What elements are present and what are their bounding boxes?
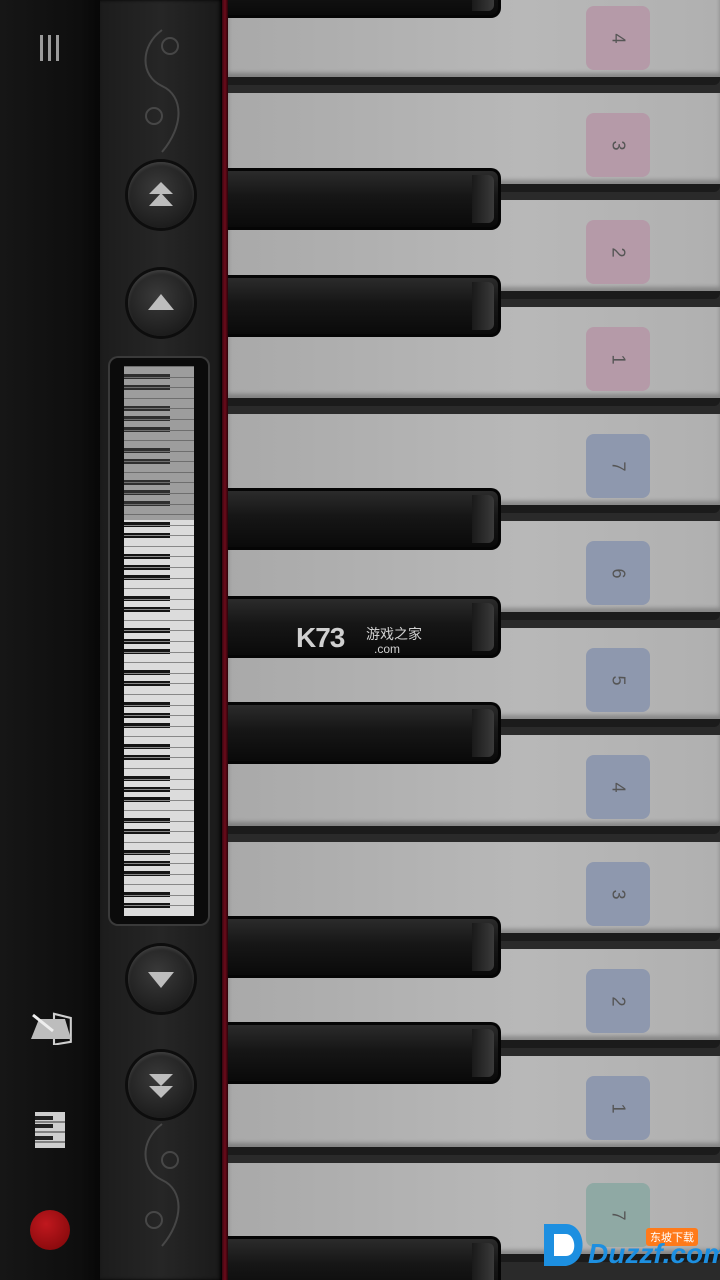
ornament-bottom-icon: [144, 1123, 180, 1247]
minimap-white-key: [124, 651, 194, 653]
note-label: 4: [586, 6, 650, 70]
minimap-white-key: [124, 693, 194, 695]
minimap-white-key: [124, 588, 194, 590]
black-key[interactable]: [228, 488, 501, 550]
minimap-white-key: [124, 704, 194, 706]
note-label: 5: [586, 648, 650, 712]
watermark-domain: .com: [374, 642, 401, 656]
minimap-white-key: [124, 789, 194, 791]
minimap-white-key: [124, 715, 194, 716]
minimap-white-key: [124, 873, 194, 875]
minimap-white-key: [124, 820, 194, 822]
note-label: 3: [586, 113, 650, 177]
minimap-white-key: [124, 598, 194, 600]
watermark-brand: K73: [296, 622, 345, 653]
metronome-icon[interactable]: [22, 1000, 78, 1056]
minimap-white-key: [124, 556, 194, 558]
record-button[interactable]: [30, 1210, 70, 1250]
minimap-white-key: [124, 799, 194, 801]
minimap-white-key: [124, 577, 194, 579]
chevron-up-icon: [148, 294, 174, 310]
double-chevron-down-icon: [149, 1074, 173, 1098]
note-label: 2: [586, 220, 650, 284]
minimap-white-key: [124, 641, 194, 642]
black-key[interactable]: [228, 702, 501, 764]
minimap-white-key: [124, 535, 194, 537]
uzzf-badge: 东坡下载 Duzzf.com: [536, 1214, 720, 1274]
left-toolbar: [0, 0, 100, 1280]
minimap-white-key: [124, 894, 194, 896]
piano-app: 4 3 2 1 7 6 5 4 3 2 1 7 K73 游戏之家 .com 东坡…: [0, 0, 720, 1280]
keyboard-minimap[interactable]: [110, 358, 208, 924]
note-label: 2: [586, 969, 650, 1033]
octave-up-button[interactable]: [128, 162, 194, 228]
note-label: 7: [586, 434, 650, 498]
hamburger-menu-icon[interactable]: [22, 20, 78, 76]
note-label: 1: [586, 1076, 650, 1140]
black-key[interactable]: [228, 1236, 501, 1280]
key-down-button[interactable]: [128, 946, 194, 1012]
minimap-white-key: [124, 545, 194, 547]
black-key[interactable]: [228, 168, 501, 230]
octave-down-button[interactable]: [128, 1052, 194, 1118]
note-label: 3: [586, 862, 650, 926]
minimap-white-key: [124, 524, 194, 526]
minimap-white-key: [124, 725, 194, 727]
ornament-top-icon: [144, 29, 180, 153]
minimap-white-key: [124, 736, 194, 738]
black-key[interactable]: [228, 916, 501, 978]
note-label: 6: [586, 541, 650, 605]
keyboard-icon[interactable]: [22, 1102, 78, 1158]
minimap-white-key: [124, 863, 194, 865]
minimap-white-key: [124, 767, 194, 769]
minimap-white-key: [124, 662, 194, 664]
note-label: 1: [586, 327, 650, 391]
k73-watermark: K73 游戏之家 .com: [296, 612, 436, 668]
minimap-white-key: [124, 672, 194, 674]
minimap-white-key: [124, 778, 194, 780]
note-label: 4: [586, 755, 650, 819]
minimap-white-key: [124, 905, 194, 907]
chevron-down-icon: [148, 972, 174, 988]
minimap-white-key: [124, 757, 194, 759]
minimap-white-key: [124, 609, 194, 611]
minimap-white-key: [124, 842, 194, 843]
minimap-white-key: [124, 831, 194, 833]
minimap-keys: [124, 366, 194, 916]
minimap-white-key: [124, 567, 194, 568]
minimap-white-key: [124, 746, 194, 748]
black-key[interactable]: [228, 275, 501, 337]
black-key[interactable]: [228, 0, 501, 18]
minimap-white-key: [124, 884, 194, 886]
minimap-white-key: [124, 683, 194, 685]
minimap-white-key: [124, 852, 194, 854]
double-chevron-up-icon: [149, 182, 173, 206]
minimap-white-key: [124, 630, 194, 632]
black-key[interactable]: [228, 1022, 501, 1084]
minimap-white-key: [124, 619, 194, 621]
key-up-button[interactable]: [128, 270, 194, 336]
badge-brand: Duzzf.com: [588, 1238, 720, 1269]
minimap-white-key: [124, 810, 194, 812]
uzzf-logo-icon: [544, 1224, 583, 1266]
minimap-highlight[interactable]: [124, 366, 194, 520]
watermark-chinese: 游戏之家: [366, 626, 422, 642]
